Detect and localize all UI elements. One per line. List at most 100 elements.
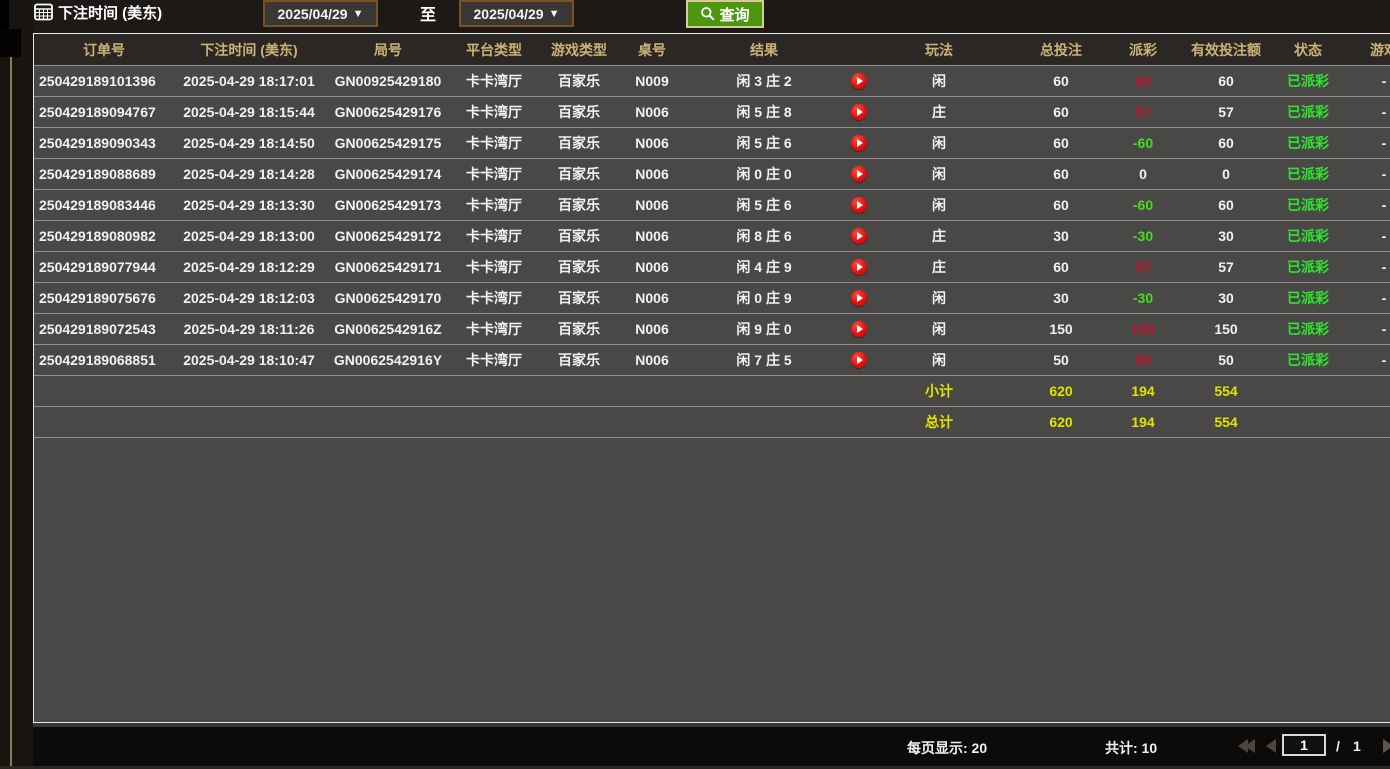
cell-table-number: N006 <box>622 221 682 252</box>
betting-records-page: 下注时间 (美东) 2025/04/29 ▼ 至 2025/04/29 ▼ 查询 <box>0 0 1390 769</box>
cell-order-number: 250429189088689 <box>34 159 174 190</box>
play-video-button[interactable] <box>851 259 867 275</box>
bet-time-label: 下注时间 (美东) <box>58 2 162 23</box>
cell-bet-on: 闲 <box>872 159 1006 190</box>
filter-toolbar: 下注时间 (美东) 2025/04/29 ▼ 至 2025/04/29 ▼ 查询 <box>0 0 1390 33</box>
first-page-button[interactable] <box>1238 739 1255 753</box>
grand-total-total-bet: 620 <box>1006 407 1116 438</box>
cell-game-tail: - <box>1334 283 1390 314</box>
left-strip-black-block-2 <box>0 29 21 57</box>
cell-video <box>846 314 872 345</box>
cell-bet-time: 2025-04-29 18:14:28 <box>174 159 324 190</box>
next-page-button[interactable] <box>1383 739 1390 753</box>
cell-round-number: GN00625429176 <box>324 97 452 128</box>
grand-total-row: 总计 620 194 554 <box>34 407 1390 438</box>
play-video-button[interactable] <box>851 166 867 182</box>
table-row: 250429189088689 2025-04-29 18:14:28 GN00… <box>34 159 1390 190</box>
cell-bet-on: 闲 <box>872 66 1006 97</box>
cell-platform-type: 卡卡湾厅 <box>452 128 536 159</box>
records-table: 订单号 下注时间 (美东) 局号 平台类型 游戏类型 桌号 结果 玩法 总投注 … <box>34 34 1390 438</box>
date-from-value: 2025/04/29 <box>278 6 348 22</box>
cell-status: 已派彩 <box>1282 128 1334 159</box>
cell-game-type: 百家乐 <box>536 159 622 190</box>
subtotal-row: 小计 620 194 554 <box>34 376 1390 407</box>
cell-video <box>846 190 872 221</box>
cell-total-bet: 60 <box>1006 252 1116 283</box>
cell-payout: -30 <box>1116 221 1170 252</box>
prev-page-button[interactable] <box>1266 739 1276 753</box>
table-row: 250429189090343 2025-04-29 18:14:50 GN00… <box>34 128 1390 159</box>
play-icon <box>857 139 863 147</box>
cell-bet-time: 2025-04-29 18:12:29 <box>174 252 324 283</box>
subtotal-payout: 194 <box>1116 376 1170 407</box>
play-video-button[interactable] <box>851 73 867 89</box>
cell-valid-bet: 57 <box>1170 252 1282 283</box>
subtotal-valid-bet: 554 <box>1170 376 1282 407</box>
grand-total-payout: 194 <box>1116 407 1170 438</box>
cell-bet-on: 闲 <box>872 345 1006 376</box>
cell-game-type: 百家乐 <box>536 66 622 97</box>
chevron-down-icon: ▼ <box>353 8 364 20</box>
play-icon <box>857 325 863 333</box>
query-button[interactable]: 查询 <box>686 0 764 28</box>
left-arrow-icon <box>1266 739 1276 753</box>
cell-game-type: 百家乐 <box>536 221 622 252</box>
play-icon <box>857 263 863 271</box>
cell-platform-type: 卡卡湾厅 <box>452 283 536 314</box>
column-header-bet-on: 玩法 <box>872 34 1006 66</box>
column-header-platform: 平台类型 <box>452 34 536 66</box>
cell-platform-type: 卡卡湾厅 <box>452 221 536 252</box>
cell-table-number: N006 <box>622 345 682 376</box>
cell-valid-bet: 60 <box>1170 128 1282 159</box>
total-count-label: 共计: 10 <box>1105 738 1157 758</box>
cell-round-number: GN00625429175 <box>324 128 452 159</box>
cell-total-bet: 60 <box>1006 159 1116 190</box>
play-video-button[interactable] <box>851 321 867 337</box>
cell-total-bet: 150 <box>1006 314 1116 345</box>
grand-total-label: 总计 <box>872 407 1006 438</box>
column-header-video <box>846 34 872 66</box>
play-video-button[interactable] <box>851 352 867 368</box>
cell-bet-on: 庄 <box>872 97 1006 128</box>
play-video-button[interactable] <box>851 290 867 306</box>
cell-platform-type: 卡卡湾厅 <box>452 345 536 376</box>
play-video-button[interactable] <box>851 228 867 244</box>
cell-result: 闲 3 庄 2 <box>682 66 846 97</box>
cell-game-type: 百家乐 <box>536 128 622 159</box>
cell-bet-on: 庄 <box>872 252 1006 283</box>
cell-video <box>846 283 872 314</box>
cell-bet-on: 闲 <box>872 314 1006 345</box>
cell-game-type: 百家乐 <box>536 314 622 345</box>
date-to-button[interactable]: 2025/04/29 ▼ <box>459 0 574 27</box>
play-video-button[interactable] <box>851 135 867 151</box>
column-header-order: 订单号 <box>34 34 174 66</box>
cell-valid-bet: 150 <box>1170 314 1282 345</box>
column-header-round: 局号 <box>324 34 452 66</box>
table-row: 250429189068851 2025-04-29 18:10:47 GN00… <box>34 345 1390 376</box>
cell-round-number: GN00925429180 <box>324 66 452 97</box>
page-total-label: 1 <box>1353 738 1361 754</box>
cell-result: 闲 7 庄 5 <box>682 345 846 376</box>
cell-round-number: GN00625429172 <box>324 221 452 252</box>
cell-table-number: N006 <box>622 97 682 128</box>
cell-bet-time: 2025-04-29 18:10:47 <box>174 345 324 376</box>
date-from-button[interactable]: 2025/04/29 ▼ <box>263 0 378 27</box>
cell-video <box>846 66 872 97</box>
cell-game-tail: - <box>1334 66 1390 97</box>
cell-valid-bet: 30 <box>1170 221 1282 252</box>
cell-platform-type: 卡卡湾厅 <box>452 66 536 97</box>
grand-total-valid-bet: 554 <box>1170 407 1282 438</box>
cell-game-tail: - <box>1334 97 1390 128</box>
cell-platform-type: 卡卡湾厅 <box>452 190 536 221</box>
cell-game-tail: - <box>1334 128 1390 159</box>
cell-game-tail: - <box>1334 190 1390 221</box>
play-icon <box>857 232 863 240</box>
column-header-game: 游戏 <box>1334 34 1390 66</box>
cell-payout: 50 <box>1116 345 1170 376</box>
cell-status: 已派彩 <box>1282 190 1334 221</box>
play-video-button[interactable] <box>851 197 867 213</box>
cell-payout: 57 <box>1116 97 1170 128</box>
play-video-button[interactable] <box>851 104 867 120</box>
page-number-input[interactable] <box>1282 734 1326 756</box>
cell-status: 已派彩 <box>1282 221 1334 252</box>
